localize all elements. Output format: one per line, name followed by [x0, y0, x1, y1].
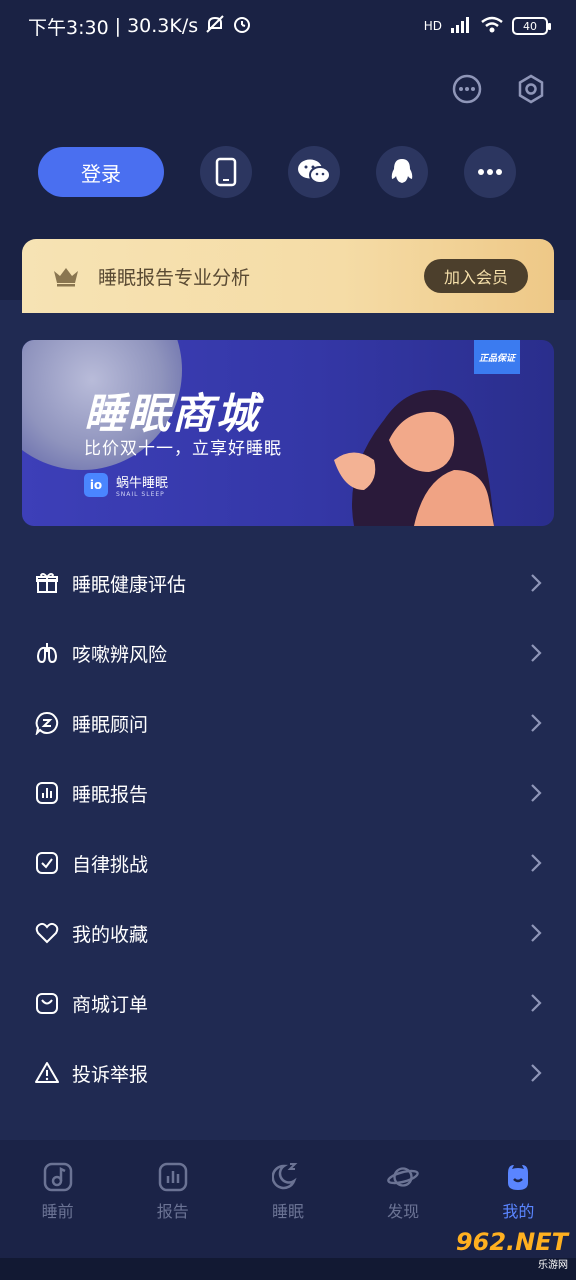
lungs-icon — [34, 640, 60, 666]
chevron-right-icon — [528, 713, 544, 733]
banner-title: 睡眠商城 — [84, 389, 261, 438]
menu-item-mall-orders[interactable]: 商城订单 — [0, 968, 576, 1038]
header-icons — [450, 72, 548, 106]
tab-before-sleep[interactable]: 睡前 — [18, 1160, 98, 1222]
tab-discover[interactable]: 发现 — [363, 1160, 443, 1222]
status-time: 下午3:30 — [28, 16, 109, 39]
menu-label: 商城订单 — [72, 993, 149, 1016]
menu-item-sleep-report[interactable]: 睡眠报告 — [0, 758, 576, 828]
more-icon[interactable] — [464, 146, 516, 198]
watermark-sub: 乐游网 — [538, 1260, 568, 1271]
warning-icon — [34, 1060, 60, 1086]
join-vip-button[interactable]: 加入会员 — [424, 259, 528, 293]
login-row: 登录 — [38, 146, 538, 198]
status-speed: 30.3K/s — [127, 15, 199, 37]
chevron-right-icon — [528, 573, 544, 593]
chevron-right-icon — [528, 643, 544, 663]
advisor-chat-icon — [34, 710, 60, 736]
status-right: HD 40 — [423, 16, 551, 37]
chat-bubble-icon[interactable] — [450, 72, 484, 106]
gift-icon — [34, 570, 60, 596]
signal-icon — [450, 16, 472, 37]
menu-item-self-discipline-challenge[interactable]: 自律挑战 — [0, 828, 576, 898]
watermark: 962.NET 乐游网 — [456, 1228, 568, 1271]
tab-label: 睡前 — [41, 1202, 74, 1221]
tab-label: 报告 — [156, 1202, 189, 1221]
battery-icon: 40 — [512, 17, 551, 35]
shopping-bag-icon — [34, 990, 60, 1016]
chevron-right-icon — [528, 993, 544, 1013]
menu-label: 自律挑战 — [72, 853, 149, 876]
menu-item-sleep-advisor[interactable]: 睡眠顾问 — [0, 688, 576, 758]
vip-bar[interactable]: 睡眠报告专业分析 加入会员 — [22, 239, 554, 313]
sleeping-woman-illustration — [334, 390, 494, 526]
menu-label: 睡眠顾问 — [72, 713, 149, 736]
menu-item-my-favorites[interactable]: 我的收藏 — [0, 898, 576, 968]
menu-item-cough-risk[interactable]: 咳嗽辨风险 — [0, 618, 576, 688]
login-button[interactable]: 登录 — [38, 147, 164, 197]
menu-label: 我的收藏 — [72, 923, 149, 946]
chevron-right-icon — [528, 853, 544, 873]
bar-chart-icon — [156, 1160, 190, 1194]
music-note-icon — [41, 1160, 75, 1194]
wechat-icon[interactable] — [288, 146, 340, 198]
menu-list: 睡眠健康评估 咳嗽辨风险 睡眠顾问 睡眠报告 自律挑战 我的收藏 商城订单 投诉… — [0, 548, 576, 1108]
status-separator: | — [114, 15, 122, 37]
menu-label: 睡眠报告 — [72, 783, 149, 806]
crown-icon — [52, 265, 80, 287]
tab-label: 我的 — [502, 1202, 535, 1221]
menu-label: 睡眠健康评估 — [72, 573, 187, 596]
report-chart-icon — [34, 780, 60, 806]
planet-icon — [386, 1160, 420, 1194]
tab-report[interactable]: 报告 — [133, 1160, 213, 1222]
menu-item-complaint-report[interactable]: 投诉举报 — [0, 1038, 576, 1108]
vip-text: 睡眠报告专业分析 — [98, 266, 251, 289]
tab-mine[interactable]: 我的 — [478, 1160, 558, 1222]
alarm-icon — [232, 14, 252, 39]
tablet-icon[interactable] — [200, 146, 252, 198]
banner-logo-en: SNAIL SLEEP — [116, 491, 165, 498]
chevron-right-icon — [528, 923, 544, 943]
sleep-mall-banner[interactable]: 睡眠商城 比价双十一，立享好睡眠 io 蜗牛睡眠 SNAIL SLEEP 正品保… — [22, 340, 554, 526]
genuine-badge: 正品保证 — [474, 340, 520, 374]
menu-label: 投诉举报 — [72, 1063, 149, 1086]
wifi-icon — [480, 16, 504, 37]
status-left: 下午3:30 | 30.3K/s — [28, 13, 252, 40]
profile-icon — [501, 1160, 535, 1194]
hexagon-settings-icon[interactable] — [514, 72, 548, 106]
mute-icon — [204, 13, 226, 40]
watermark-main: 962.NET — [455, 1228, 568, 1256]
tab-label: 睡眠 — [271, 1202, 304, 1221]
check-square-icon — [34, 850, 60, 876]
chevron-right-icon — [528, 1063, 544, 1083]
heart-icon — [34, 920, 60, 946]
chevron-right-icon — [528, 783, 544, 803]
snail-logo-icon: io — [84, 473, 108, 497]
menu-label: 咳嗽辨风险 — [72, 643, 168, 666]
banner-logo: io 蜗牛睡眠 SNAIL SLEEP — [84, 472, 168, 498]
status-bar: 下午3:30 | 30.3K/s HD 40 — [0, 0, 576, 52]
tab-label: 发现 — [387, 1202, 420, 1221]
banner-subtitle: 比价双十一，立享好睡眠 — [84, 439, 282, 459]
menu-item-health-assessment[interactable]: 睡眠健康评估 — [0, 548, 576, 618]
moon-icon — [271, 1160, 305, 1194]
qq-icon[interactable] — [376, 146, 428, 198]
network-type: HD — [423, 19, 442, 33]
tab-sleep[interactable]: 睡眠 — [248, 1160, 328, 1222]
banner-logo-text: 蜗牛睡眠 — [116, 476, 169, 491]
